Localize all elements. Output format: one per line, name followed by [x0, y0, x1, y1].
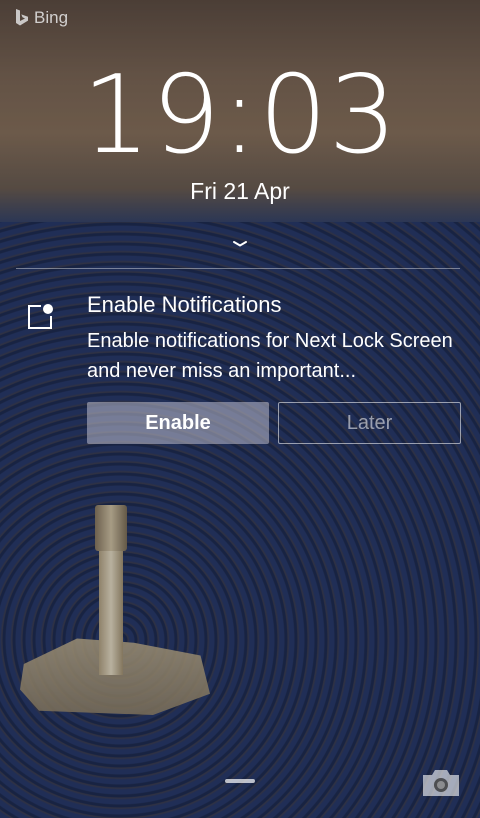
bing-logo-icon [16, 9, 28, 26]
lockscreen-clock: 19:03 [81, 53, 399, 178]
later-button[interactable]: Later [278, 402, 461, 444]
enable-button[interactable]: Enable [87, 402, 269, 444]
notification-badge-icon [28, 304, 53, 329]
divider [16, 268, 460, 269]
notification-body: Enable notifications for Next Lock Scree… [87, 330, 453, 382]
camera-icon[interactable] [421, 768, 461, 798]
brand: Bing [14, 8, 68, 28]
notification-title: Enable Notifications [87, 292, 282, 317]
lockscreen-date: Fri 21 Apr [190, 178, 290, 204]
home-handle[interactable] [225, 779, 255, 783]
brand-name: Bing [34, 8, 69, 27]
chevron-down-icon[interactable] [232, 240, 248, 248]
